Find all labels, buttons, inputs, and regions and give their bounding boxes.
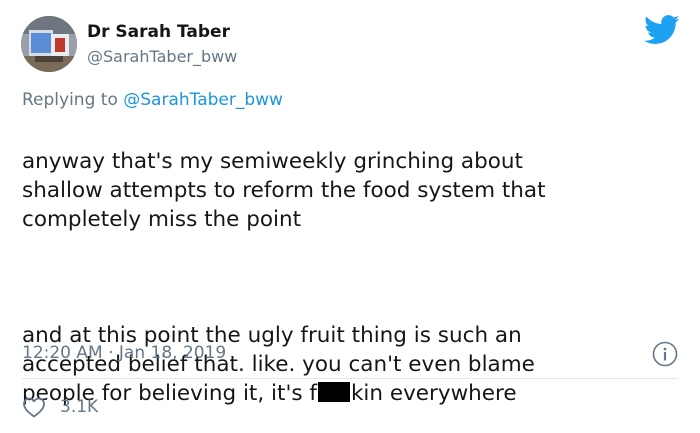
avatar[interactable] bbox=[21, 16, 77, 72]
replying-to-line: Replying to @SarahTaber_bww bbox=[22, 89, 283, 111]
tweet-paragraph-1: anyway that's my semiweekly grinching ab… bbox=[22, 149, 546, 232]
tweet-paragraph-2: and at this point the ugly fruit thing i… bbox=[22, 321, 662, 408]
tweet-paragraph-2-line-3-end: kin everywhere bbox=[350, 381, 517, 406]
heart-icon bbox=[23, 397, 45, 418]
author-handle[interactable]: @SarahTaber_bww bbox=[87, 47, 237, 67]
info-icon[interactable] bbox=[652, 341, 678, 367]
reply-mention-link[interactable]: @SarahTaber_bww bbox=[123, 90, 283, 110]
like-count: 3.1K bbox=[60, 397, 99, 417]
tweet-timestamp[interactable]: 12:20 AM · Jan 18, 2019 bbox=[22, 342, 226, 364]
censor-bar bbox=[317, 382, 350, 402]
embedded-tweet: Dr Sarah Taber @SarahTaber_bww Replying … bbox=[0, 0, 700, 433]
divider bbox=[22, 378, 678, 379]
twitter-bird-icon[interactable] bbox=[644, 15, 680, 45]
tweet-text: anyway that's my semiweekly grinching ab… bbox=[22, 118, 662, 433]
author-display-name[interactable]: Dr Sarah Taber bbox=[87, 22, 230, 42]
replying-to-label: Replying to bbox=[22, 90, 124, 110]
like-button[interactable]: 3.1K bbox=[22, 394, 98, 420]
